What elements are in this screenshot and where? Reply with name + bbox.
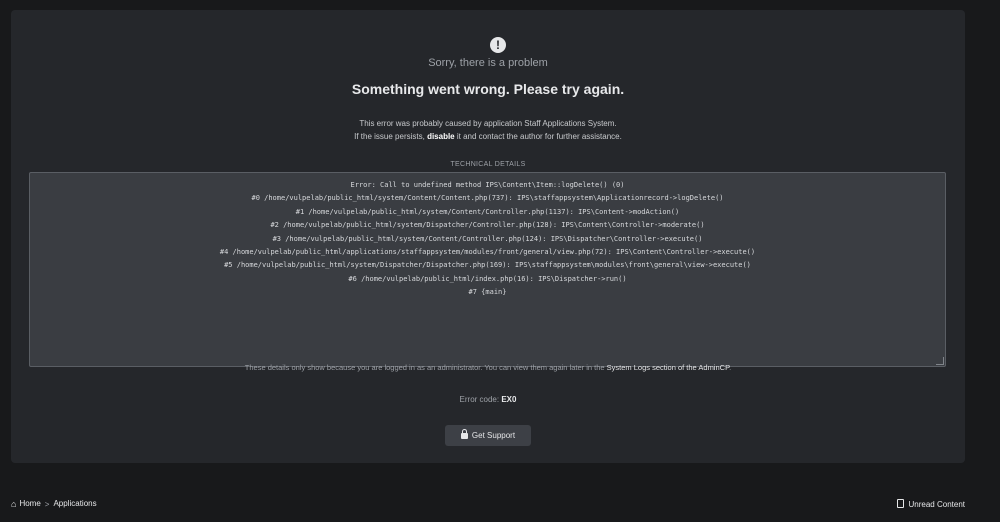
get-support-button[interactable]: Get Support	[445, 425, 531, 446]
stack-trace-line: #2 /home/vulpelab/public_html/system/Dis…	[270, 221, 705, 230]
stack-trace-line: #3 /home/vulpelab/public_html/system/Con…	[272, 234, 703, 243]
lock-icon	[460, 429, 468, 439]
system-logs-link[interactable]: System Logs section of the AdminCP	[607, 363, 729, 372]
home-icon: ⌂	[11, 499, 17, 509]
error-subtitle: Sorry, there is a problem	[428, 57, 548, 69]
unread-content-label: Unread Content	[908, 500, 965, 509]
alert-circle-icon: !	[490, 37, 506, 53]
stack-trace-line: #7 {main}	[468, 288, 507, 297]
stack-trace-line: #0 /home/vulpelab/public_html/system/Con…	[251, 194, 724, 203]
admin-note-suffix: .	[729, 363, 732, 372]
breadcrumb-applications[interactable]: Applications	[53, 499, 96, 508]
stack-trace-lines: Error: Call to undefined method IPS\Cont…	[30, 179, 945, 300]
breadcrumb-separator: >	[44, 499, 50, 509]
error-code-label: Error code:	[459, 395, 502, 404]
technical-details-heading: TECHNICAL DETAILS	[450, 161, 526, 168]
stack-trace-box[interactable]: Error: Call to undefined method IPS\Cont…	[29, 172, 946, 367]
get-support-label: Get Support	[471, 431, 516, 440]
error-code: Error code: EX0	[11, 395, 965, 404]
error-panel: ! Sorry, there is a problem Something we…	[11, 10, 965, 463]
document-icon	[896, 499, 904, 508]
stack-trace-line: Error: Call to undefined method IPS\Cont…	[350, 181, 625, 189]
disable-link[interactable]: disable	[427, 132, 455, 141]
cause-suffix: it and contact the author for further as…	[454, 132, 622, 141]
admin-note-prefix: These details only show because you are …	[244, 363, 607, 372]
admin-note: These details only show because you are …	[11, 363, 965, 372]
breadcrumb: ⌂ Home > Applications	[11, 499, 97, 509]
unread-content-link[interactable]: Unread Content	[896, 499, 965, 509]
cause-line-2: If the issue persists, disable it and co…	[11, 130, 965, 143]
breadcrumb-home[interactable]: Home	[19, 499, 40, 508]
stack-trace-line: #1 /home/vulpelab/public_html/system/Con…	[295, 207, 680, 216]
error-headline: Something went wrong. Please try again.	[351, 81, 625, 97]
error-code-value: EX0	[501, 395, 517, 404]
cause-prefix: If the issue persists,	[354, 132, 428, 141]
error-cause: This error was probably caused by applic…	[11, 117, 965, 143]
stack-trace-line: #5 /home/vulpelab/public_html/system/Dis…	[224, 261, 751, 270]
cause-line-1: This error was probably caused by applic…	[359, 119, 617, 128]
stack-trace-line: #6 /home/vulpelab/public_html/index.php(…	[348, 274, 627, 283]
stack-trace-line: #4 /home/vulpelab/public_html/applicatio…	[219, 248, 756, 257]
